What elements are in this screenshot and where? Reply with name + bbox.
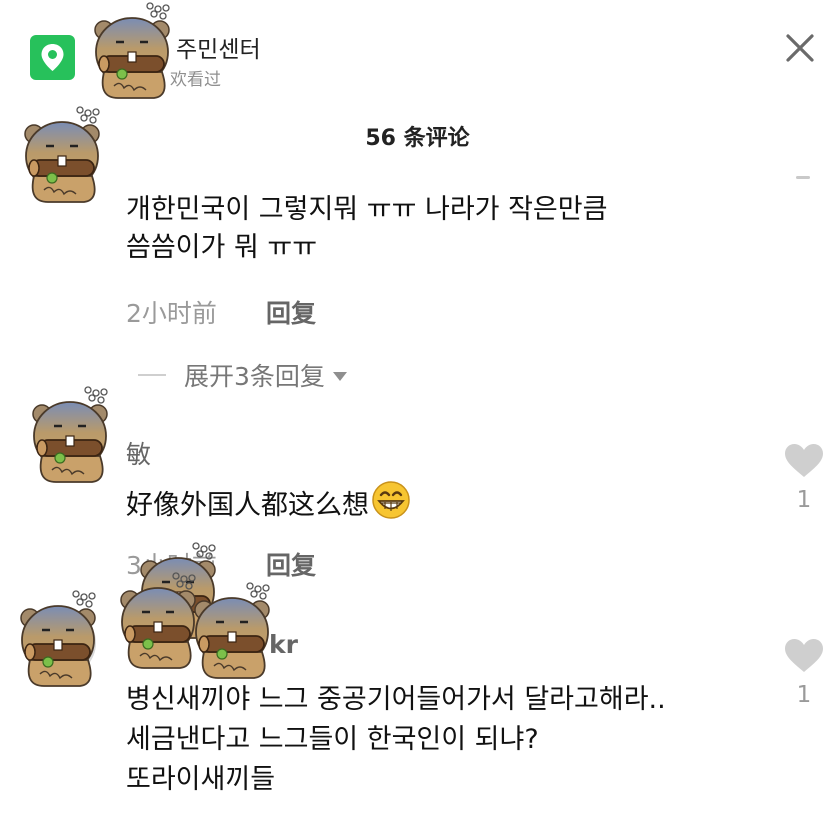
comment-text-line: 또라이새끼들 xyxy=(126,764,276,795)
location-pin-icon xyxy=(41,44,64,71)
comment-text-line: 개한민국이 그렇지뭐 ㅠㅠ 나라가 작은만큼 xyxy=(126,194,608,225)
comment-text: 好像外国人都这么想 xyxy=(126,480,411,531)
comment-text-line: 세금낸다고 느그들이 한국인이 되냐? xyxy=(126,724,539,755)
beaver-sticker-icon xyxy=(14,588,110,688)
heart-icon xyxy=(785,444,823,477)
beaver-sticker-icon xyxy=(88,0,184,100)
comments-count-title: 56 条评论 xyxy=(365,126,470,151)
location-badge[interactable] xyxy=(30,35,75,80)
comment-time: 2小时前 xyxy=(126,299,217,328)
grinning-face-icon xyxy=(371,480,411,531)
expand-replies-label: 展开3条回复 xyxy=(184,362,325,391)
like-button[interactable] xyxy=(784,443,824,479)
reply-button[interactable]: 回复 xyxy=(266,294,316,330)
divider xyxy=(138,374,166,376)
like-count: 1 xyxy=(796,487,812,513)
comment-text-line: 병신새끼야 느그 중공기어들어가서 달라고해라.. xyxy=(126,684,666,715)
beaver-sticker-icon xyxy=(188,580,284,680)
more-options-icon[interactable] xyxy=(796,176,810,179)
comment-author[interactable]: 敏 xyxy=(126,435,151,471)
expand-replies-button[interactable]: 展开3条回复 xyxy=(138,357,347,393)
beaver-sticker-icon xyxy=(26,384,122,484)
like-count: 1 xyxy=(796,682,812,708)
heart-icon xyxy=(785,639,823,672)
reply-button[interactable]: 回复 xyxy=(266,546,316,582)
comment-text-line: 好像外国人都这么想 xyxy=(126,490,369,521)
close-icon xyxy=(786,34,814,62)
comment-text-line: 씀씀이가 뭐 ㅠㅠ xyxy=(126,232,318,263)
triangle-down-icon xyxy=(332,372,347,381)
location-title[interactable]: 주민센터 xyxy=(176,30,261,64)
beaver-sticker-icon xyxy=(18,104,114,204)
close-button[interactable] xyxy=(782,30,818,66)
like-button[interactable] xyxy=(784,638,824,674)
